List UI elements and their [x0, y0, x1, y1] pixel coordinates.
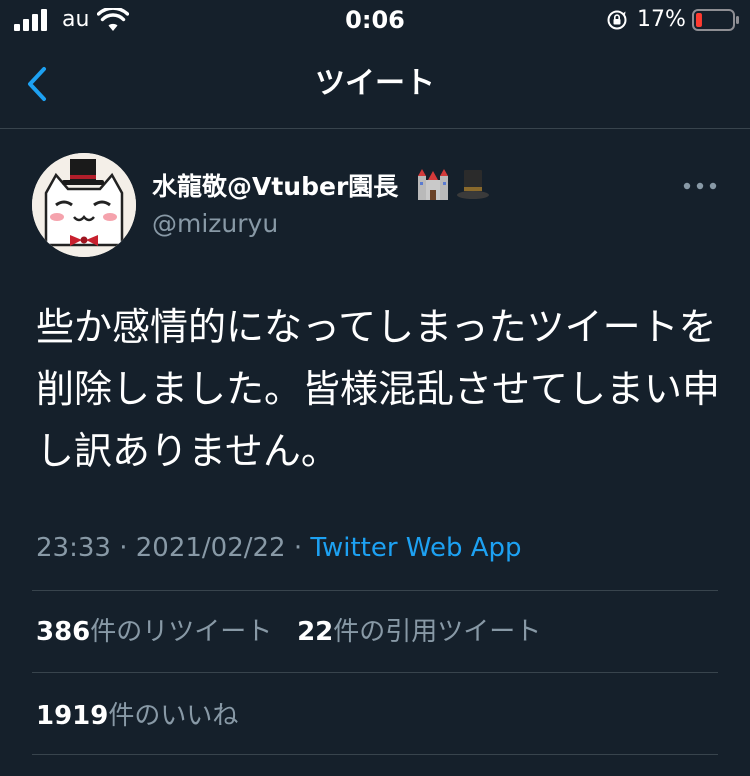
quotes-count: 22	[297, 617, 334, 647]
tweet-meta: 23:33 · 2021/02/22 · Twitter Web App	[36, 530, 522, 566]
quotes-stat[interactable]: 22件の引用ツイート	[297, 617, 541, 647]
more-options-icon[interactable]	[683, 176, 717, 196]
page-title: ツイート	[315, 66, 435, 101]
user-handle[interactable]: @mizuryu	[152, 208, 278, 240]
divider	[32, 590, 718, 591]
retweets-stat[interactable]: 386件のリツイート	[36, 617, 272, 647]
meta-separator: ·	[119, 533, 128, 563]
orientation-lock-icon	[607, 10, 627, 30]
avatar[interactable]	[32, 153, 136, 257]
tweet-text: 些か感情的になってしまったツイートを削除しました。皆様混乱させてしまい申し訳あり…	[36, 305, 721, 473]
tweet-source-link[interactable]: Twitter Web App	[310, 533, 521, 563]
divider	[32, 672, 718, 673]
tweet-date: 2021/02/22	[135, 533, 286, 563]
meta-separator: ·	[293, 533, 303, 563]
display-name[interactable]: 水龍敬@Vtuber園長	[152, 170, 398, 204]
stats-row: 386件のリツイート 22件の引用ツイート	[36, 614, 541, 650]
retweets-label: 件のリツイート	[90, 617, 273, 647]
battery-percentage: 17%	[637, 7, 686, 32]
castle-emoji-icon	[418, 169, 448, 200]
divider	[32, 754, 718, 755]
quotes-label: 件の引用ツイート	[333, 617, 542, 647]
retweets-count: 386	[36, 617, 91, 647]
tweet-time: 23:33	[36, 533, 111, 563]
top-hat-emoji-icon	[457, 170, 489, 199]
likes-stat[interactable]: 1919件のいいね	[36, 701, 238, 731]
status-bar: au 0:06 17%	[0, 0, 750, 40]
navigation-bar: ツイート	[0, 40, 750, 129]
battery-icon	[692, 9, 739, 31]
likes-row: 1919件のいいね	[36, 698, 238, 734]
likes-count: 1919	[36, 701, 109, 731]
likes-label: 件のいいね	[108, 701, 239, 731]
